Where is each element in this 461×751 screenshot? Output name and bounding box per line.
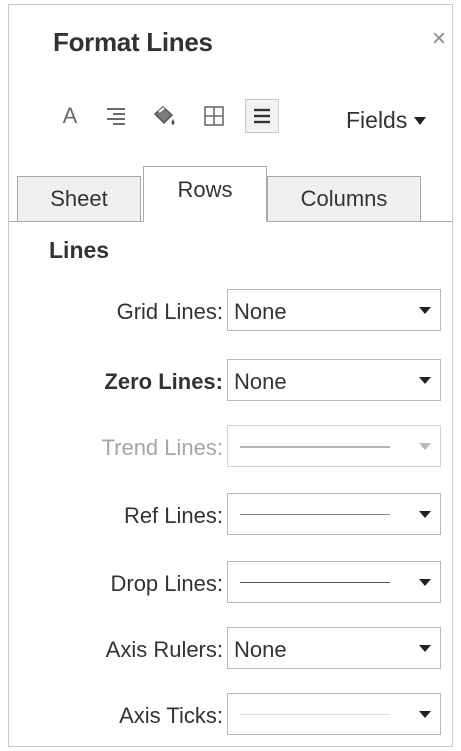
trend-lines-select <box>227 425 441 467</box>
ref-lines-row: Ref Lines: <box>9 493 452 537</box>
zero-lines-select[interactable]: None <box>227 359 441 401</box>
tab-rows[interactable]: Rows <box>143 166 267 222</box>
chevron-down-icon <box>414 116 427 125</box>
ref-lines-select[interactable] <box>227 493 441 535</box>
grid-lines-row: Grid Lines: None <box>9 289 452 333</box>
drop-line-style-preview <box>240 582 390 583</box>
tab-sheet-label: Sheet <box>50 186 108 211</box>
fields-dropdown[interactable]: Fields <box>346 107 427 134</box>
drop-lines-select[interactable] <box>227 561 441 603</box>
panel-header: Format Lines × <box>9 5 452 74</box>
axis-rulers-label: Axis Rulers: <box>105 637 223 662</box>
borders-format-button[interactable] <box>197 99 231 133</box>
drop-lines-label: Drop Lines: <box>110 571 223 596</box>
panel-title: Format Lines <box>53 27 213 57</box>
trend-lines-label: Trend Lines: <box>101 435 223 460</box>
chevron-down-icon <box>419 307 431 314</box>
grid-lines-label: Grid Lines: <box>116 299 223 324</box>
zero-lines-value: None <box>234 369 287 394</box>
ref-line-style-preview <box>240 514 390 515</box>
axis-rulers-value: None <box>234 637 287 662</box>
tab-columns[interactable]: Columns <box>267 176 421 222</box>
font-icon: A <box>62 103 78 128</box>
ref-lines-label: Ref Lines: <box>123 503 223 528</box>
alignment-format-button[interactable] <box>99 99 133 133</box>
chevron-down-icon <box>419 645 431 652</box>
trend-lines-row: Trend Lines: <box>9 425 452 469</box>
axis-ticks-select[interactable] <box>227 693 441 735</box>
chevron-down-icon <box>419 511 431 518</box>
lines-section-title: Lines <box>49 237 110 263</box>
format-tabs: Sheet Rows Columns <box>9 161 452 222</box>
grid-lines-value: None <box>234 299 287 324</box>
tab-sheet[interactable]: Sheet <box>17 176 141 222</box>
chevron-down-icon <box>419 579 431 586</box>
grid-lines-select[interactable]: None <box>227 289 441 331</box>
axis-tick-style-preview <box>240 714 390 715</box>
chevron-down-icon <box>419 377 431 384</box>
format-lines-panel: Format Lines × A Fields Sheet Rows Colum… <box>8 4 453 747</box>
chevron-down-icon <box>419 443 431 450</box>
fields-label: Fields <box>346 107 408 133</box>
zero-lines-label: Zero Lines: <box>104 369 223 394</box>
chevron-down-icon <box>419 711 431 718</box>
font-format-button[interactable]: A <box>53 99 87 133</box>
lines-icon <box>254 108 270 124</box>
axis-ticks-label: Axis Ticks: <box>119 703 223 728</box>
lines-format-button[interactable] <box>245 99 279 133</box>
borders-icon <box>204 106 224 126</box>
axis-rulers-row: Axis Rulers: None <box>9 627 452 671</box>
format-toolbar: A Fields <box>9 73 452 161</box>
axis-ticks-row: Axis Ticks: <box>9 693 452 737</box>
tab-columns-label: Columns <box>300 186 388 211</box>
close-icon[interactable]: × <box>432 27 446 51</box>
drop-lines-row: Drop Lines: <box>9 561 452 605</box>
shading-icon <box>153 106 175 125</box>
zero-lines-row: Zero Lines: None <box>9 359 452 403</box>
tab-rows-label: Rows <box>177 177 233 202</box>
align-icon <box>107 108 125 125</box>
axis-rulers-select[interactable]: None <box>227 627 441 669</box>
shading-format-button[interactable] <box>147 99 181 133</box>
trend-line-style-preview <box>240 446 390 448</box>
